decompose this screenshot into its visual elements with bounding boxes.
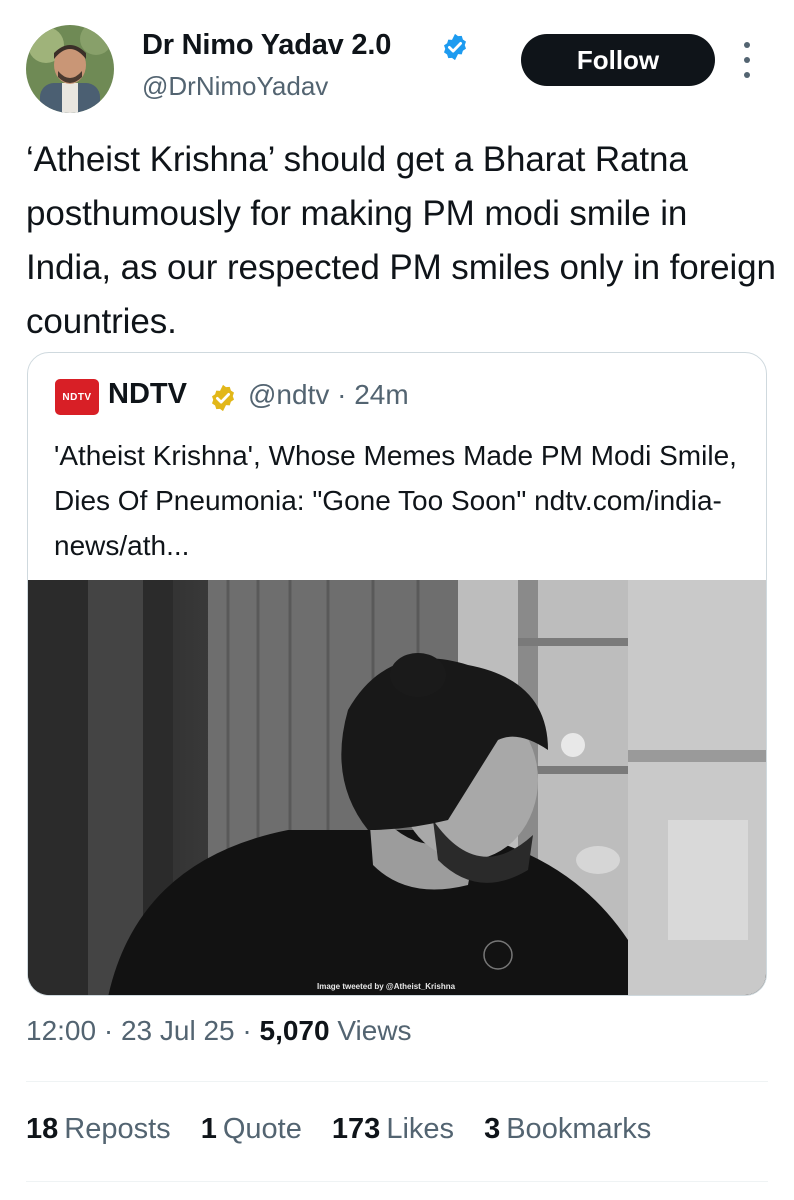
stat-label: Bookmarks: [506, 1113, 652, 1145]
stat-count: 18: [26, 1113, 59, 1145]
image-caption: Image tweeted by @Atheist_Krishna: [317, 982, 456, 991]
follow-button[interactable]: Follow: [521, 34, 715, 86]
quoted-tweet-image[interactable]: Image tweeted by @Atheist_Krishna: [28, 580, 766, 995]
reposts-stat[interactable]: 18 Reposts: [26, 1113, 171, 1146]
quotes-stat[interactable]: 1 Quote: [201, 1113, 302, 1146]
author-avatar[interactable]: [26, 25, 114, 113]
bookmarks-stat[interactable]: 3 Bookmarks: [484, 1113, 651, 1146]
tweet-header: Dr Nimo Yadav 2.0 @DrNimoYadav Follow: [0, 0, 794, 120]
stat-count: 1: [200, 1113, 217, 1145]
tweet-text: ‘Atheist Krishna’ should get a Bharat Ra…: [26, 140, 776, 341]
stat-label: Quote: [222, 1113, 302, 1145]
engagement-stats: 18 Reposts 1 Quote 173 Likes 3 Bookmarks: [26, 1113, 673, 1146]
ndtv-logo: NDTV: [55, 379, 99, 415]
author-handle[interactable]: @DrNimoYadav: [142, 71, 328, 102]
divider: [26, 1181, 768, 1182]
divider: [26, 1081, 768, 1082]
stat-count: 173: [331, 1113, 381, 1145]
meta-separator: ·: [96, 1015, 121, 1046]
quoted-author-name[interactable]: NDTV: [108, 378, 187, 411]
quoted-handle-time[interactable]: @ndtv · 24m: [248, 379, 409, 411]
quoted-tweet-text: 'Atheist Krishna', Whose Memes Made PM M…: [54, 440, 737, 561]
views-count: 5,070: [259, 1015, 330, 1046]
author-display-name[interactable]: Dr Nimo Yadav 2.0: [142, 29, 391, 62]
views-label: Views: [329, 1015, 412, 1046]
tweet-time[interactable]: 12:00: [26, 1015, 96, 1046]
tweet-date[interactable]: 23 Jul 25: [121, 1015, 235, 1046]
more-options-icon[interactable]: [737, 40, 757, 80]
verified-org-badge-icon: [208, 383, 238, 413]
tweet-meta: 12:00 · 23 Jul 25 · 5,070 Views: [26, 1015, 412, 1047]
meta-separator: ·: [234, 1015, 260, 1046]
stat-count: 3: [484, 1113, 501, 1145]
stat-label: Likes: [386, 1113, 455, 1145]
quoted-tweet-card[interactable]: NDTV NDTV @ndtv · 24m 'Atheist Krishna',…: [27, 352, 767, 996]
likes-stat[interactable]: 173 Likes: [332, 1113, 454, 1146]
verified-badge-icon: [440, 32, 470, 62]
stat-label: Reposts: [64, 1113, 171, 1145]
